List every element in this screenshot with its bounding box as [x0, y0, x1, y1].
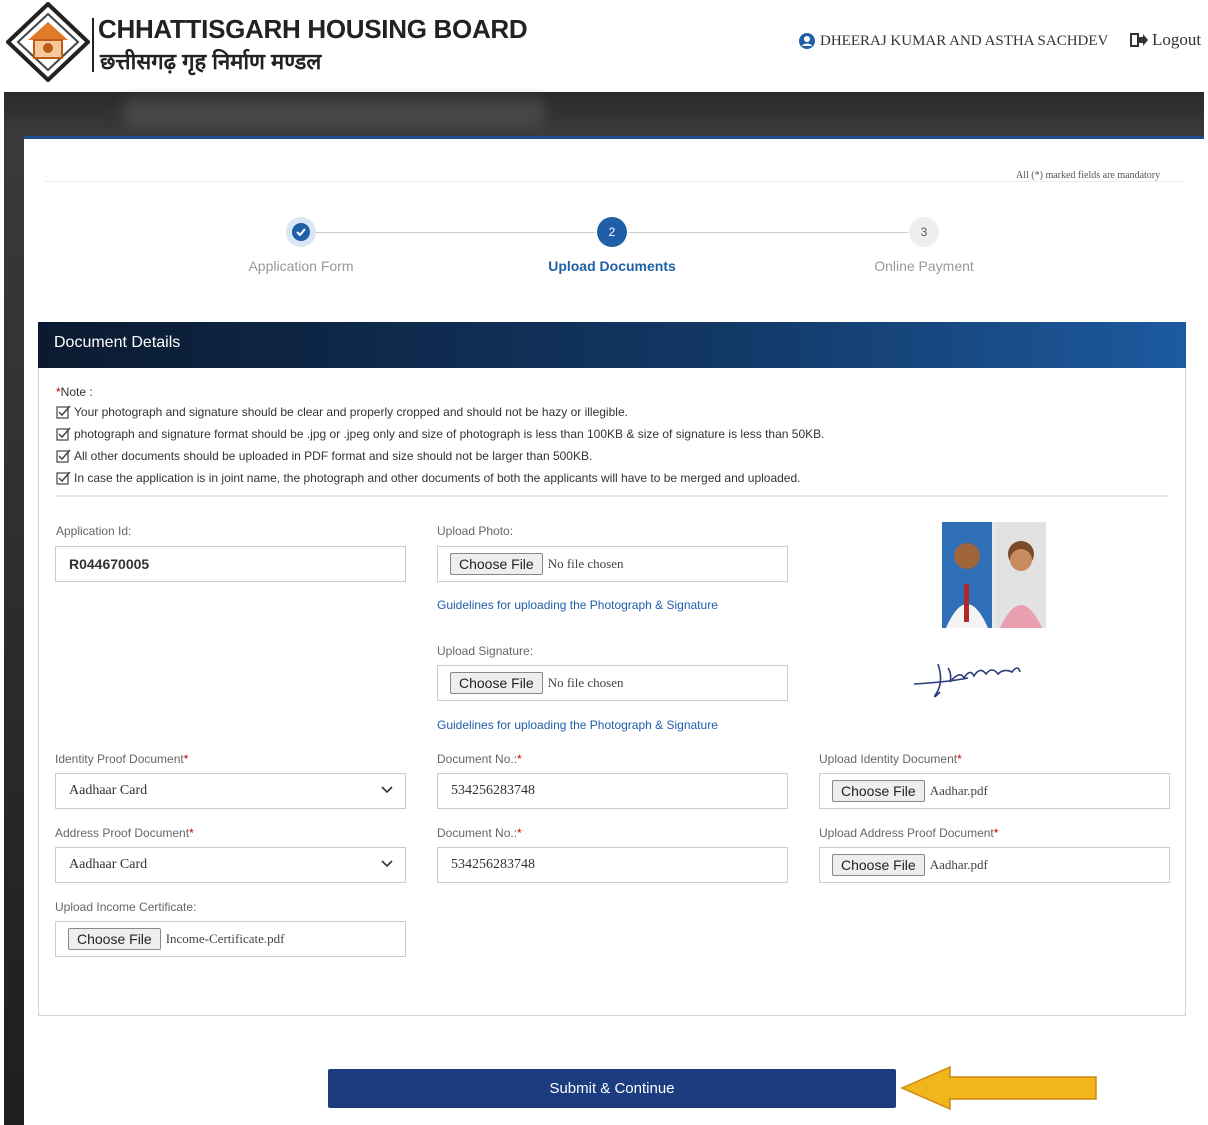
- step-2-circle: 2: [597, 217, 627, 247]
- signature-image: [913, 663, 1021, 698]
- upload-income-input[interactable]: Choose File Income-Certificate.pdf: [55, 921, 406, 957]
- choose-file-button[interactable]: Choose File: [450, 672, 543, 694]
- mandatory-note: All (*) marked fields are mandatory: [1016, 170, 1161, 181]
- address-doc-no-input[interactable]: 534256283748: [437, 847, 788, 883]
- application-id-label: Application Id:: [56, 524, 132, 538]
- photo-guidelines-link[interactable]: Guidelines for uploading the Photograph …: [437, 598, 718, 612]
- identity-proof-value: Aadhaar Card: [69, 783, 148, 798]
- application-id-field: R044670005: [55, 546, 406, 582]
- file-name: Aadhar.pdf: [929, 783, 988, 798]
- panel-title: Document Details: [38, 322, 1186, 368]
- applicant-photos: [942, 522, 1046, 628]
- upload-signature-input[interactable]: Choose File No file chosen: [437, 665, 788, 701]
- brand-title-hindi: छत्तीसगढ़ गृह निर्माण मण्डल: [100, 49, 322, 74]
- stepper-line: [628, 232, 908, 233]
- submit-continue-button[interactable]: Submit & Continue: [328, 1069, 896, 1108]
- divider: [44, 181, 1184, 182]
- user-profile[interactable]: DHEERAJ KUMAR AND ASTHA SACHDEV: [798, 32, 1108, 50]
- housing-board-logo: [6, 2, 90, 82]
- address-doc-no-label: Document No.:*: [437, 826, 522, 840]
- upload-identity-input[interactable]: Choose File Aadhar.pdf: [819, 773, 1170, 809]
- note-item: In case the application is in joint name…: [56, 471, 801, 485]
- logout-label: Logout: [1152, 30, 1202, 49]
- note-item: Your photograph and signature should be …: [56, 405, 628, 419]
- user-icon: [799, 33, 815, 49]
- choose-file-button[interactable]: Choose File: [832, 780, 925, 802]
- chevron-down-icon: [381, 786, 393, 794]
- address-proof-select[interactable]: Aadhaar Card: [55, 847, 406, 883]
- file-name: Income-Certificate.pdf: [165, 931, 285, 946]
- file-name: Aadhar.pdf: [929, 857, 988, 872]
- user-name: DHEERAJ KUMAR AND ASTHA SACHDEV: [820, 32, 1109, 49]
- identity-doc-no-value: 534256283748: [451, 783, 535, 798]
- step-1-circle: [286, 217, 316, 247]
- upload-photo-label: Upload Photo:: [437, 524, 514, 538]
- application-id-value: R044670005: [69, 556, 150, 572]
- choose-file-button[interactable]: Choose File: [832, 854, 925, 876]
- identity-proof-label: Identity Proof Document*: [55, 752, 189, 766]
- logo-divider: [92, 18, 94, 72]
- checkbox-icon: [56, 471, 71, 485]
- chevron-down-icon: [381, 860, 393, 868]
- note-item: All other documents should be uploaded i…: [56, 449, 592, 463]
- arrow-left-icon: [900, 1065, 1097, 1111]
- logout-icon: [1130, 33, 1148, 47]
- upload-address-input[interactable]: Choose File Aadhar.pdf: [819, 847, 1170, 883]
- logout-link[interactable]: Logout: [1130, 30, 1201, 50]
- address-proof-value: Aadhaar Card: [69, 857, 148, 872]
- upload-photo-input[interactable]: Choose File No file chosen: [437, 546, 788, 582]
- step-3-label[interactable]: Online Payment: [814, 258, 1034, 274]
- choose-file-button[interactable]: Choose File: [68, 928, 161, 950]
- signature-guidelines-link[interactable]: Guidelines for uploading the Photograph …: [437, 718, 718, 732]
- upload-identity-label: Upload Identity Document*: [819, 752, 962, 766]
- address-doc-no-value: 534256283748: [451, 857, 535, 872]
- step-1-label[interactable]: Application Form: [191, 258, 411, 274]
- divider: [56, 495, 1168, 497]
- upload-address-label: Upload Address Proof Document*: [819, 826, 999, 840]
- check-icon: [292, 223, 310, 241]
- upload-signature-label: Upload Signature:: [437, 644, 534, 658]
- checkbox-icon: [56, 449, 71, 463]
- stepper-line: [316, 232, 596, 233]
- checkbox-icon: [56, 405, 71, 419]
- income-certificate-label: Upload Income Certificate:: [55, 900, 197, 914]
- file-name: No file chosen: [547, 675, 624, 690]
- note-item: photograph and signature format should b…: [56, 427, 824, 441]
- address-proof-label: Address Proof Document*: [55, 826, 194, 840]
- step-2-label[interactable]: Upload Documents: [502, 258, 722, 274]
- identity-doc-no-label: Document No.:*: [437, 752, 522, 766]
- checkbox-icon: [56, 427, 71, 441]
- identity-doc-no-input[interactable]: 534256283748: [437, 773, 788, 809]
- choose-file-button[interactable]: Choose File: [450, 553, 543, 575]
- note-title: *Note :: [56, 385, 93, 399]
- step-3-circle: 3: [909, 217, 939, 247]
- site-header: CHHATTISGARH HOUSING BOARD छत्तीसगढ़ गृह…: [0, 0, 1208, 92]
- file-name: No file chosen: [547, 556, 624, 571]
- identity-proof-select[interactable]: Aadhaar Card: [55, 773, 406, 809]
- brand-title-english: CHHATTISGARH HOUSING BOARD: [98, 14, 528, 44]
